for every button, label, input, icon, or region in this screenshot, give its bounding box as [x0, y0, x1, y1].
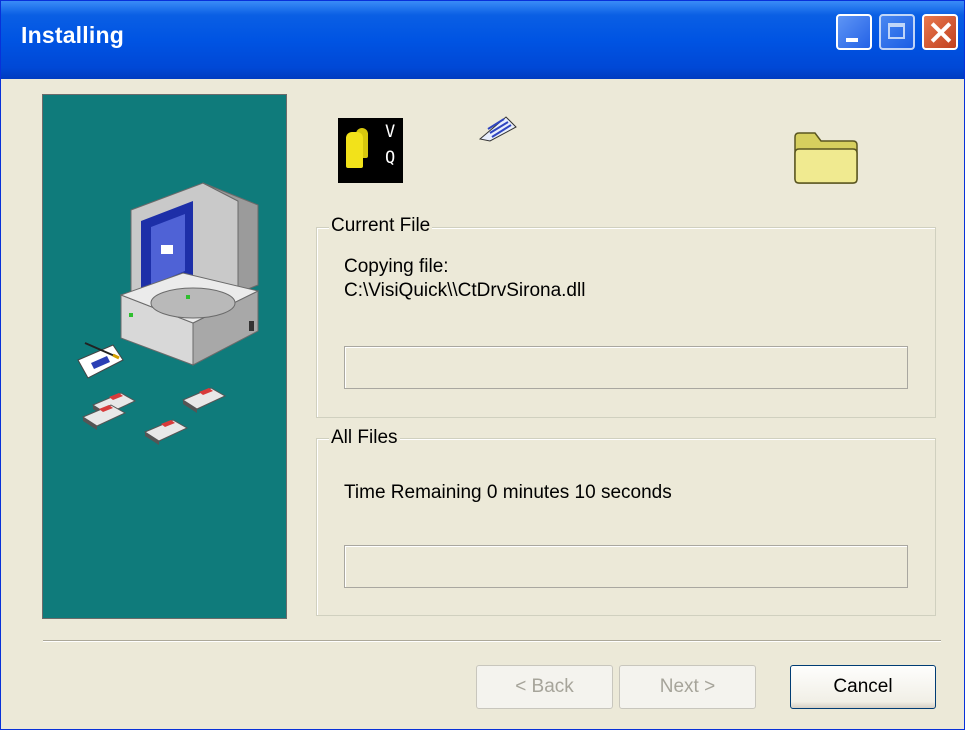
- app-icon-letter-v: V: [385, 122, 396, 142]
- app-icon: V Q: [338, 118, 403, 183]
- all-files-legend: All Files: [329, 427, 400, 449]
- minimize-icon[interactable]: [836, 14, 872, 50]
- app-icon-letter-q: Q: [385, 148, 396, 168]
- all-files-progress-bar: [344, 545, 908, 588]
- close-icon[interactable]: [922, 14, 958, 50]
- all-files-group: [316, 438, 936, 616]
- current-file-progress-bar: [344, 346, 908, 389]
- back-button[interactable]: < Back: [476, 665, 613, 709]
- button-separator: [43, 640, 941, 642]
- next-button[interactable]: Next >: [619, 665, 756, 709]
- title-bar[interactable]: Installing: [1, 1, 964, 79]
- installer-window: Installing V Q Current File Copying file…: [0, 0, 965, 730]
- paper-icon: [478, 116, 517, 142]
- maximize-icon[interactable]: [879, 14, 915, 50]
- current-file-legend: Current File: [329, 215, 433, 237]
- window-title: Installing: [21, 22, 124, 48]
- computer-illustration: [42, 94, 287, 619]
- folder-icon: [794, 132, 858, 184]
- copying-status-label: Copying file:: [344, 256, 449, 277]
- current-file-path: C:\VisiQuick\\CtDrvSirona.dll: [344, 280, 586, 301]
- cancel-button[interactable]: Cancel: [790, 665, 936, 709]
- time-remaining-label: Time Remaining 0 minutes 10 seconds: [344, 482, 672, 503]
